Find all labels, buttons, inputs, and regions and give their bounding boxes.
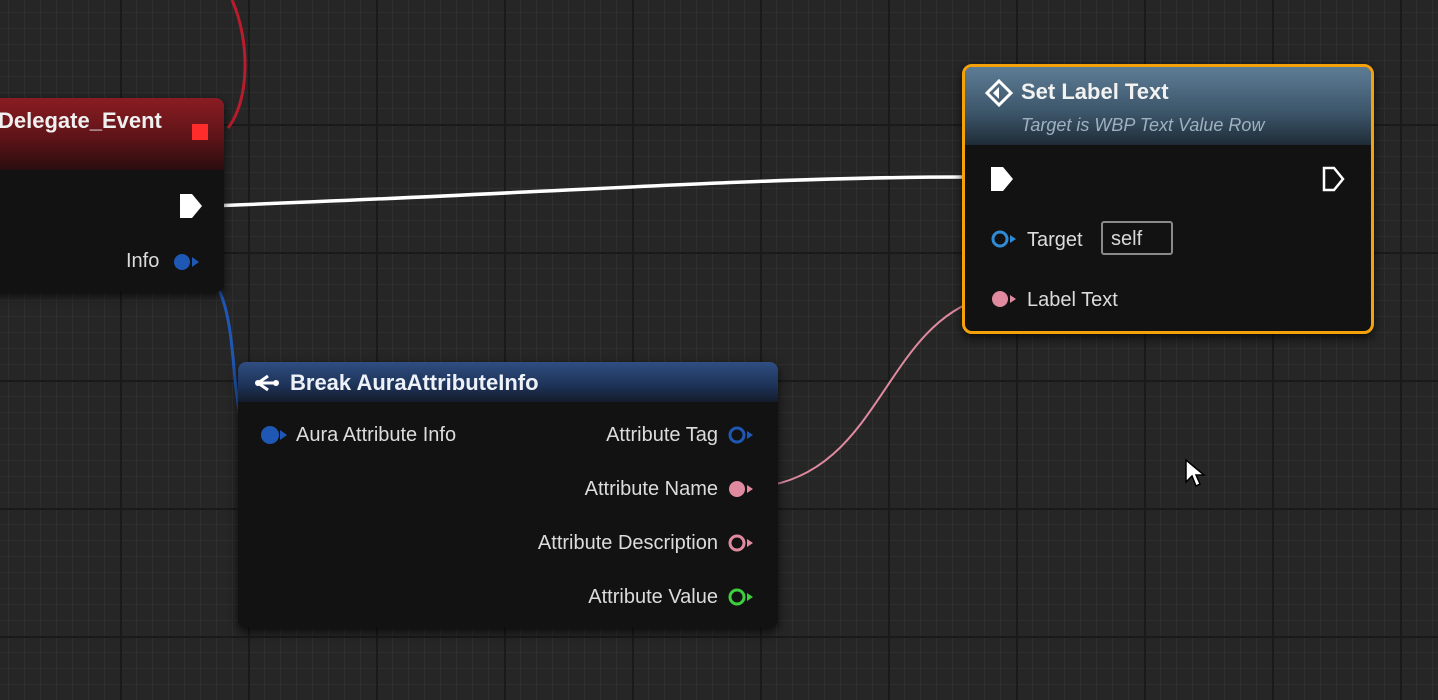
exec-wire[interactable] [205,175,983,208]
attribute-value-pin-icon[interactable] [726,586,756,608]
info-struct-pin-icon[interactable] [172,252,202,272]
label-text-pin-icon[interactable] [989,289,1019,309]
aura-attribute-info-pin-icon[interactable] [258,424,288,446]
label-text-wire[interactable] [749,297,983,489]
label-text-pin-label: Label Text [1027,289,1118,311]
aura-attribute-info-pin-label: Aura Attribute Info [296,424,457,446]
function-diamond-icon [985,79,1013,107]
attribute-value-pin-label: Attribute Value [588,586,718,608]
break-node-header[interactable]: Break AuraAttributeInfo [238,362,778,402]
event-node-header[interactable]: Delegate_Event [0,98,224,170]
attribute-name-pin-icon[interactable] [726,478,756,500]
delegate-event-node[interactable]: Delegate_Event Info [0,98,224,292]
exec-output-pin-icon[interactable] [1321,165,1347,193]
attribute-tag-pin-label: Attribute Tag [606,424,718,446]
attribute-description-pin-icon[interactable] [726,532,756,554]
delegate-output-pin-icon[interactable] [192,124,208,140]
set-label-node-title: Set Label Text [1021,79,1169,104]
break-aura-attribute-info-node[interactable]: Break AuraAttributeInfo Aura Attribute I… [238,362,778,628]
break-node-title: Break AuraAttributeInfo [290,370,539,395]
attribute-description-pin-label: Attribute Description [537,532,718,554]
attribute-tag-pin-icon[interactable] [726,424,756,446]
info-pin-label: Info [126,250,160,272]
target-pin-label: Target [1027,229,1083,251]
event-node-title: Delegate_Event [0,108,162,133]
mouse-cursor-icon [1185,458,1206,488]
exec-output-pin-icon[interactable] [178,192,204,220]
exec-input-pin-icon[interactable] [989,165,1015,193]
set-label-node-subtitle: Target is WBP Text Value Row [1021,115,1265,135]
set-label-text-node[interactable]: Set Label Text Target is WBP Text Value … [962,64,1374,334]
target-value-field[interactable]: self [1101,221,1173,255]
break-struct-icon [255,374,279,392]
attribute-name-pin-label: Attribute Name [584,478,718,500]
event-input-wire [226,0,247,129]
set-label-node-header[interactable]: Set Label Text Target is WBP Text Value … [965,67,1371,145]
target-pin-icon[interactable] [989,229,1019,249]
